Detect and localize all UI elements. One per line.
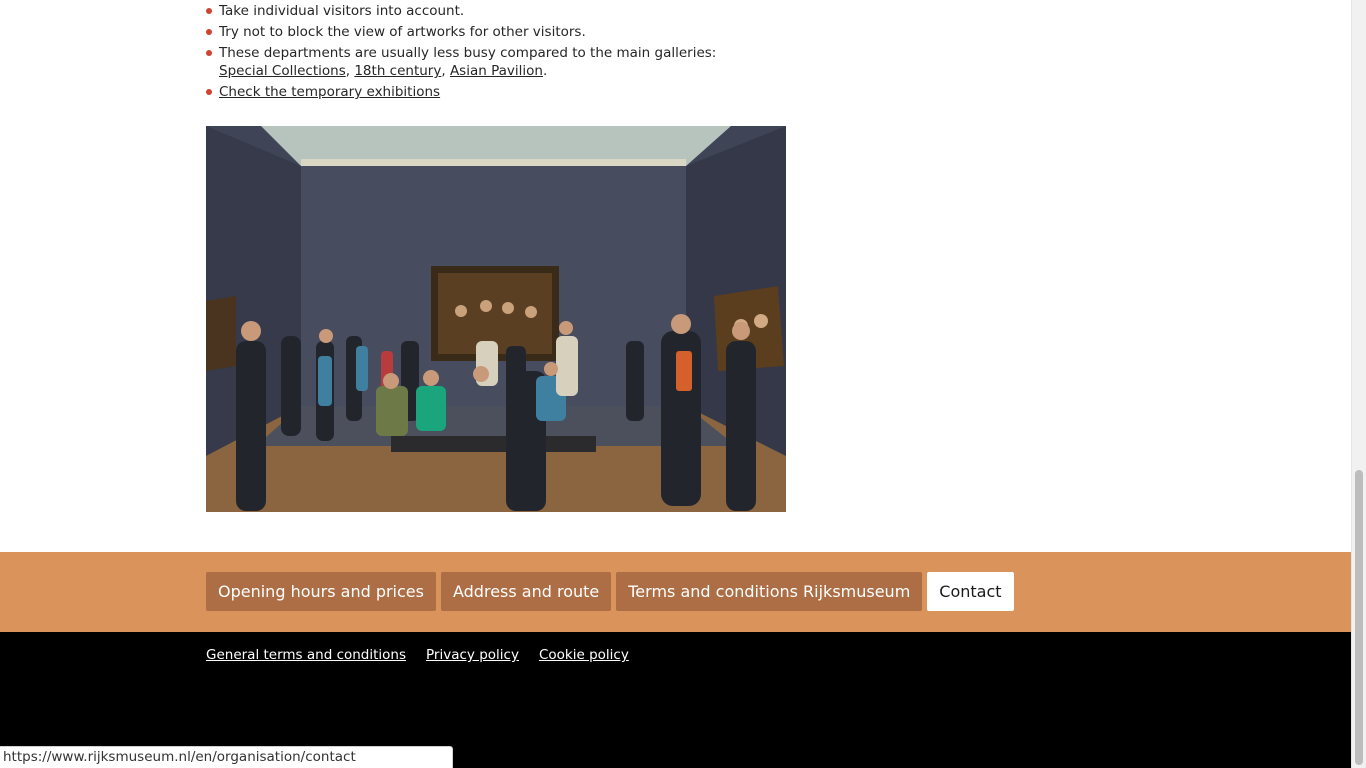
page: Take individual visitors into account. T… (0, 0, 1366, 768)
list-item: Try not to block the view of artworks fo… (205, 23, 745, 41)
address-route-button[interactable]: Address and route (440, 572, 612, 611)
scrollbar-thumb[interactable] (1355, 470, 1363, 765)
tip-text: These departments are usually less busy … (219, 45, 717, 61)
gallery-photo-illustration (206, 126, 786, 512)
cookie-policy-link[interactable]: Cookie policy (539, 647, 629, 663)
bullet-icon (206, 29, 212, 35)
footer-nav: Opening hours and prices Address and rou… (0, 552, 1351, 632)
bullet-icon (206, 89, 212, 95)
gallery-photo (206, 126, 786, 512)
tip-text: Take individual visitors into account. (219, 3, 465, 19)
special-collections-link[interactable]: Special Collections (219, 63, 346, 79)
temporary-exhibitions-link[interactable]: Check the temporary exhibitions (219, 84, 440, 100)
list-item: Check the temporary exhibitions (205, 83, 745, 101)
opening-hours-button[interactable]: Opening hours and prices (206, 572, 436, 611)
status-url-bar: https://www.rijksmuseum.nl/en/organisati… (0, 746, 453, 768)
asian-pavilion-link[interactable]: Asian Pavilion (450, 63, 543, 79)
tip-suffix: . (542, 63, 548, 79)
tips-list: Take individual visitors into account. T… (205, 2, 745, 104)
contact-button[interactable]: Contact (927, 572, 1014, 611)
list-item: These departments are usually less busy … (205, 44, 745, 80)
privacy-policy-link[interactable]: Privacy policy (426, 647, 519, 663)
bullet-icon (206, 50, 212, 56)
bullet-icon (206, 8, 212, 14)
18th-century-link[interactable]: 18th century (354, 63, 441, 79)
legal-links: General terms and conditions Privacy pol… (206, 647, 629, 663)
tip-text: Try not to block the view of artworks fo… (219, 24, 586, 40)
list-item: Take individual visitors into account. (205, 2, 745, 20)
vertical-scrollbar[interactable] (1351, 0, 1366, 768)
general-terms-link[interactable]: General terms and conditions (206, 647, 406, 663)
terms-conditions-button[interactable]: Terms and conditions Rijksmuseum (616, 572, 923, 611)
footer-nav-buttons: Opening hours and prices Address and rou… (206, 572, 1014, 611)
